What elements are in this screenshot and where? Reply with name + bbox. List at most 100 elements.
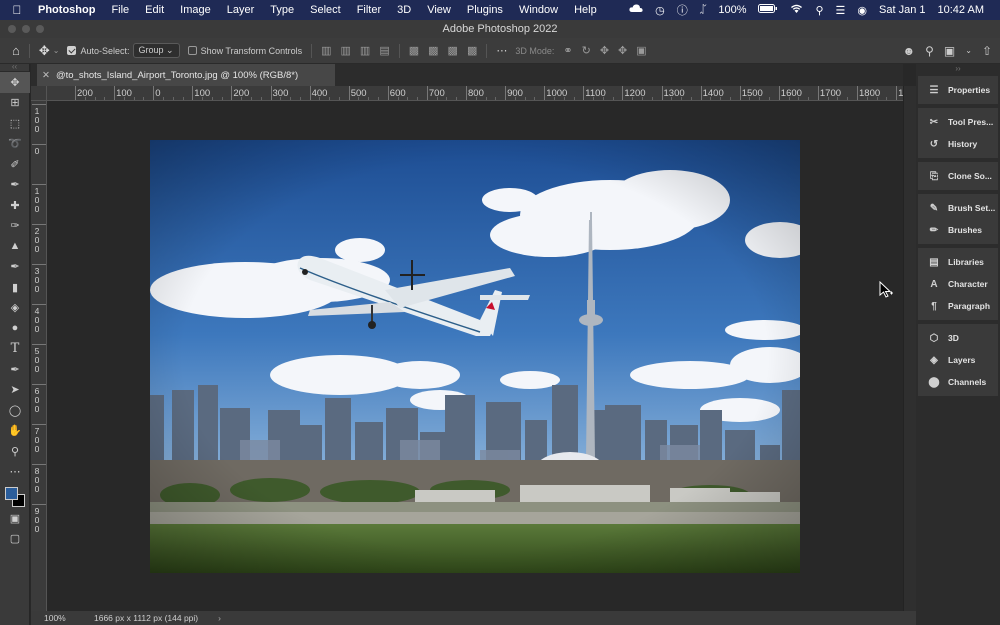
document-tab[interactable]: ✕ @to_shots_Island_Airport_Toronto.jpg @… [37, 64, 335, 86]
edit-toolbar-icon[interactable]: ⋯ [0, 462, 30, 483]
3d-slide-icon[interactable]: ✥ [618, 44, 627, 57]
auto-select-dropdown[interactable]: Group ⌄ [132, 43, 180, 58]
menu-select[interactable]: Select [302, 4, 349, 16]
horizontal-ruler[interactable]: 200 100 0 100 200 300 400 500 600 700 800 900 1000 11… [47, 86, 903, 101]
menu-edit[interactable]: Edit [137, 4, 172, 16]
3d-drag-icon[interactable]: ✥ [600, 44, 609, 57]
paint-bucket-tool-icon[interactable]: ◈ [0, 298, 30, 319]
move-tool-icon[interactable]: ✥ [39, 43, 50, 59]
menu-window[interactable]: Window [511, 4, 566, 16]
healing-brush-tool-icon[interactable]: ✚ [0, 195, 30, 216]
3d-orbit-icon[interactable]: ⚭ [563, 44, 572, 57]
hand-tool-icon[interactable]: ✋ [0, 421, 30, 442]
panel-tab-brush-set[interactable]: ✎ Brush Set... [918, 197, 998, 219]
menu-plugins[interactable]: Plugins [459, 4, 511, 16]
wifi-icon[interactable] [784, 4, 809, 16]
zoom-tool-icon[interactable]: ⚲ [0, 441, 30, 462]
quick-mask-icon[interactable]: ▣ [0, 508, 30, 529]
panel-tab-clone-so[interactable]: ⎘ Clone So... [918, 165, 998, 187]
brush-tool-icon[interactable]: ✑ [0, 216, 30, 237]
menu-image[interactable]: Image [172, 4, 219, 16]
menu-filter[interactable]: Filter [349, 4, 389, 16]
spotlight-search-icon[interactable]: ⚲ [809, 4, 829, 17]
more-options-icon[interactable]: ⋯ [496, 44, 507, 57]
auto-select-checkbox[interactable] [67, 46, 77, 55]
crop-tool-icon[interactable]: ⊞ [0, 93, 30, 114]
marquee-tool-icon[interactable]: ⬚ [0, 113, 30, 134]
zoom-level[interactable]: 100% [31, 613, 81, 623]
type-tool-icon[interactable]: T [0, 339, 30, 360]
align-top-icon[interactable]: ▩ [409, 44, 419, 57]
home-icon[interactable]: ⌂ [12, 43, 20, 58]
control-center-icon[interactable]: ☰ [830, 4, 852, 17]
panel-tab-channels[interactable]: ⬤ Channels [918, 371, 998, 393]
bluetooth-icon[interactable]: ᛢ [694, 4, 713, 16]
align-bottom-icon[interactable]: ▩ [448, 44, 458, 57]
panel-collapse-icon[interactable]: ‹‹ [0, 63, 29, 72]
align-left-icon[interactable]: ▥ [321, 44, 331, 57]
minimize-window-button[interactable] [22, 25, 30, 33]
panel-tab-layers[interactable]: ◈ Layers [918, 349, 998, 371]
chevron-right-icon[interactable]: › [218, 613, 221, 623]
screen-mode-icon[interactable]: ▢ [0, 529, 30, 550]
align-right-icon[interactable]: ▥ [360, 44, 370, 57]
align-middle-icon[interactable]: ▩ [428, 44, 438, 57]
menu-view[interactable]: View [419, 4, 459, 16]
search-icon[interactable]: ⚲ [925, 44, 934, 58]
distribute-vertical-icon[interactable]: ▩ [467, 44, 477, 57]
lasso-tool-icon[interactable]: ➰ [0, 134, 30, 155]
menu-type[interactable]: Type [262, 4, 302, 16]
clone-stamp-tool-icon[interactable]: ▲ [0, 236, 30, 257]
vertical-scrollbar[interactable] [903, 86, 916, 611]
chevron-down-icon[interactable]: ⌄ [53, 46, 60, 55]
panel-tab-character[interactable]: A Character [918, 273, 998, 295]
document-image[interactable] [150, 140, 800, 573]
panel-tab-libraries[interactable]: ▤ Libraries [918, 251, 998, 273]
panel-tab-paragraph[interactable]: ¶ Paragraph [918, 295, 998, 317]
apple-menu-icon[interactable]:  [0, 3, 34, 17]
menu-3d[interactable]: 3D [389, 4, 419, 16]
time-machine-icon[interactable]: ◷ [649, 4, 671, 17]
siri-icon[interactable]: ◉ [851, 4, 873, 17]
color-swatches[interactable] [0, 482, 29, 508]
history-brush-tool-icon[interactable]: ✒ [0, 257, 30, 278]
battery-icon[interactable] [752, 4, 784, 16]
show-transform-checkbox[interactable] [187, 46, 197, 55]
canvas-area[interactable] [48, 102, 903, 611]
eyedropper-tool-icon[interactable]: ✒ [0, 175, 30, 196]
vertical-ruler[interactable]: 100 0 100 200 300 400 500 600 700 800 900 [31, 86, 47, 611]
path-selection-tool-icon[interactable]: ➤ [0, 380, 30, 401]
show-transform-option[interactable]: Show Transform Controls [187, 46, 302, 56]
app-menu[interactable]: Photoshop [34, 4, 103, 16]
share-icon[interactable]: ☻ [902, 44, 915, 58]
align-center-icon[interactable]: ▥ [341, 44, 351, 57]
3d-scale-icon[interactable]: ▣ [636, 44, 646, 57]
workspace-icon[interactable]: ▣ [944, 44, 955, 58]
3d-roll-icon[interactable]: ↻ [582, 44, 591, 57]
panel-tab-properties[interactable]: ☰ Properties [918, 79, 998, 101]
ellipse-tool-icon[interactable]: ◯ [0, 400, 30, 421]
panel-collapse-icon[interactable]: ›› [916, 64, 1000, 74]
dodge-tool-icon[interactable]: ● [0, 318, 30, 339]
menu-file[interactable]: File [103, 4, 137, 16]
close-tab-icon[interactable]: ✕ [42, 70, 50, 81]
panel-tab-brushes[interactable]: ✏ Brushes [918, 219, 998, 241]
share-document-icon[interactable]: ⇧ [982, 44, 992, 58]
info-icon[interactable]: ⓘ [671, 2, 694, 18]
menu-help[interactable]: Help [566, 4, 605, 16]
menu-layer[interactable]: Layer [219, 4, 263, 16]
auto-select-option[interactable]: Auto-Select: Group ⌄ [67, 43, 180, 58]
foreground-color-swatch[interactable] [5, 487, 18, 500]
pen-tool-icon[interactable]: ✒ [0, 359, 30, 380]
quick-selection-tool-icon[interactable]: ✐ [0, 154, 30, 175]
cloud-icon[interactable] [623, 4, 649, 16]
panel-tab-tool-pres[interactable]: ✂ Tool Pres... [918, 111, 998, 133]
chevron-down-icon[interactable]: ⌄ [965, 46, 972, 55]
panel-tab-3d[interactable]: ⬡ 3D [918, 327, 998, 349]
close-window-button[interactable] [8, 25, 16, 33]
zoom-window-button[interactable] [36, 25, 44, 33]
eraser-tool-icon[interactable]: ▮ [0, 277, 30, 298]
ruler-origin[interactable] [31, 86, 47, 101]
move-tool-icon[interactable]: ✥ [0, 72, 30, 93]
distribute-icon[interactable]: ▤ [379, 44, 389, 57]
